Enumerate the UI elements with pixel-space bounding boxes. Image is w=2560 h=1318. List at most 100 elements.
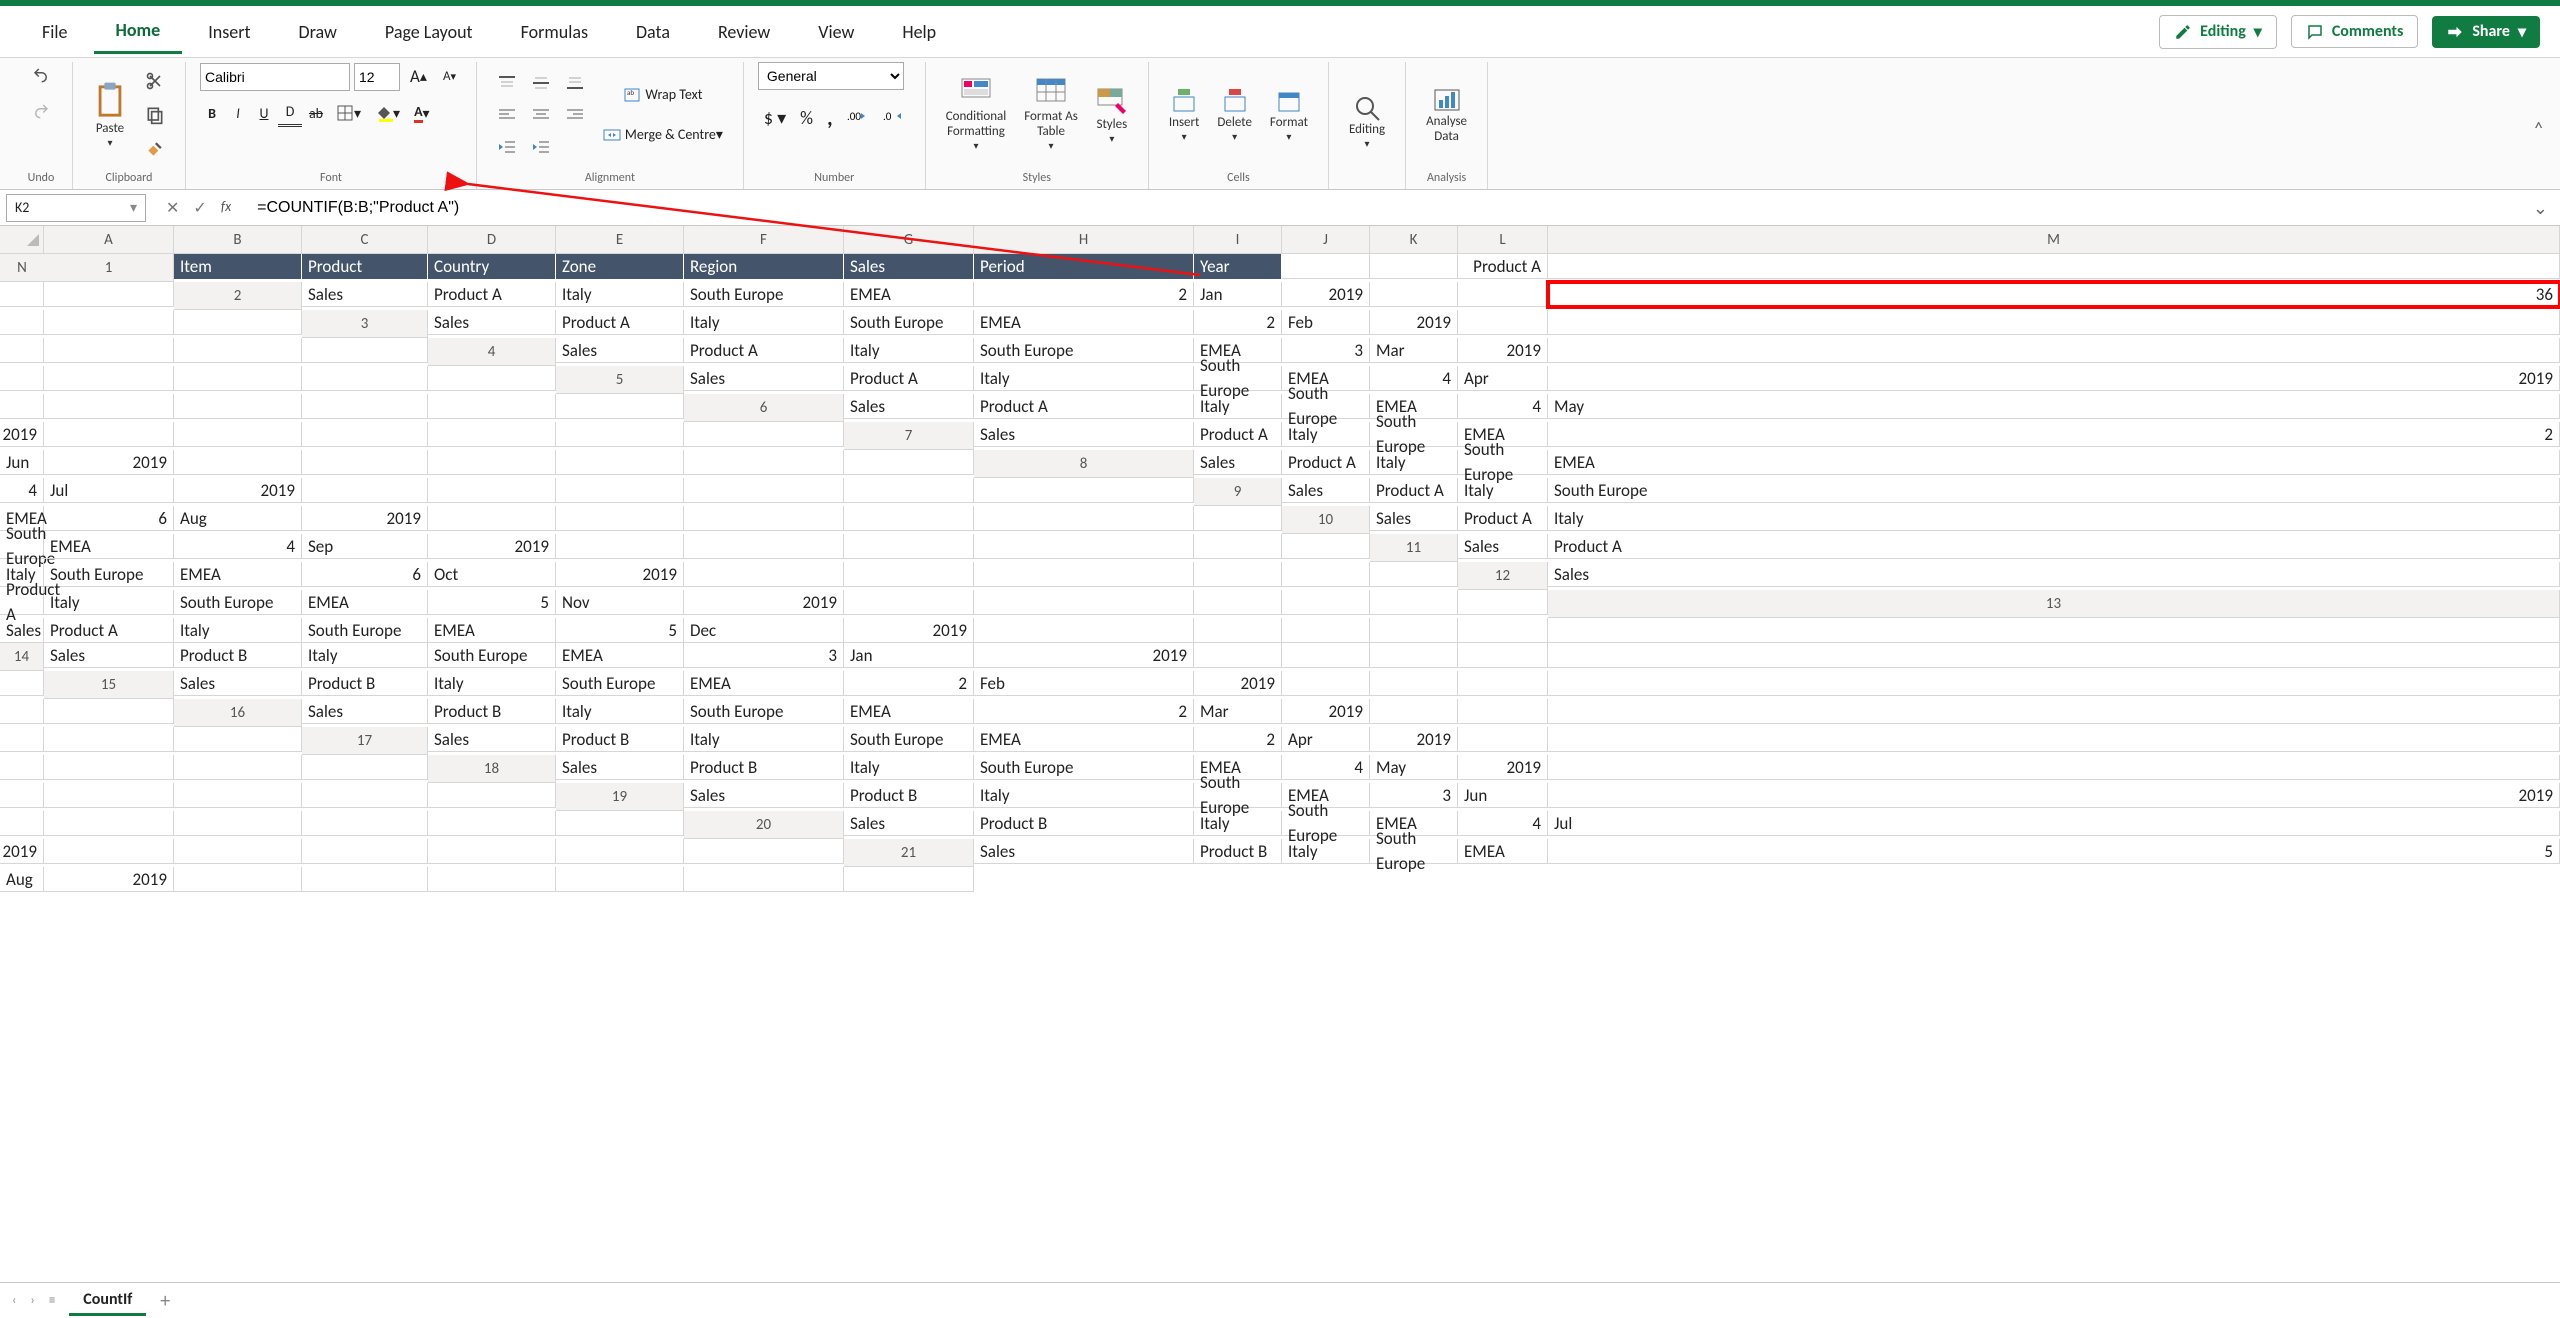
cell[interactable] <box>556 506 684 531</box>
cell[interactable] <box>44 727 174 752</box>
row-header[interactable]: 3 <box>302 310 428 338</box>
cell[interactable] <box>428 783 556 808</box>
cell[interactable] <box>1548 254 2560 279</box>
cell[interactable]: EMEA <box>556 643 684 668</box>
cancel-formula-button[interactable]: ✕ <box>166 198 179 218</box>
cell[interactable]: Italy <box>1282 422 1370 447</box>
row-header[interactable]: 12 <box>1458 562 1548 590</box>
cell[interactable]: South Europe <box>0 534 44 559</box>
cell[interactable]: Zone <box>556 254 684 279</box>
cell[interactable]: Apr <box>1458 366 1548 391</box>
cell[interactable] <box>1548 699 2560 724</box>
cell[interactable] <box>1370 671 1458 696</box>
cell[interactable]: 2019 <box>1282 699 1370 724</box>
cell[interactable] <box>174 867 302 892</box>
cell[interactable]: Product A <box>556 310 684 335</box>
cell[interactable]: EMEA <box>302 590 428 615</box>
cell[interactable]: Product B <box>684 755 844 780</box>
increase-indent-button[interactable] <box>525 134 557 160</box>
cell[interactable] <box>174 727 302 752</box>
cell[interactable]: Italy <box>1548 506 2560 531</box>
row-header[interactable]: 5 <box>556 366 684 394</box>
cell[interactable] <box>44 783 174 808</box>
cell[interactable]: 2 <box>1194 727 1282 752</box>
cell[interactable]: 2019 <box>44 867 174 892</box>
cell[interactable] <box>0 366 44 391</box>
cell[interactable]: Nov <box>556 590 684 615</box>
cell[interactable]: Italy <box>1194 394 1282 419</box>
cell[interactable]: South Europe <box>174 590 302 615</box>
font-size-select[interactable] <box>354 63 400 91</box>
font-color-button[interactable]: A▾ <box>408 99 436 127</box>
cell[interactable] <box>1282 562 1370 587</box>
cell[interactable]: 5 <box>1548 839 2560 864</box>
cell[interactable] <box>44 394 174 419</box>
row-header[interactable]: 9 <box>1194 478 1282 506</box>
cell[interactable]: Italy <box>1370 450 1458 475</box>
column-header[interactable]: B <box>174 226 302 254</box>
increase-decimal-button[interactable]: .00 <box>841 100 875 135</box>
cell[interactable]: South Europe <box>1370 422 1458 447</box>
cell[interactable]: South Europe <box>974 338 1194 363</box>
cell[interactable]: 2 <box>1194 310 1282 335</box>
formula-input[interactable] <box>251 199 2521 217</box>
align-bottom-button[interactable] <box>559 70 591 96</box>
fill-color-button[interactable]: ▾ <box>369 100 406 126</box>
cell[interactable] <box>174 811 302 836</box>
cell[interactable]: Jul <box>44 478 174 503</box>
cell[interactable] <box>0 394 44 419</box>
cell[interactable] <box>302 867 428 892</box>
share-button[interactable]: Share ▾ <box>2432 16 2540 48</box>
cell[interactable]: South Europe <box>428 643 556 668</box>
row-header[interactable]: 16 <box>174 699 302 727</box>
italic-button[interactable]: I <box>226 101 250 126</box>
cell[interactable] <box>174 338 302 363</box>
cell[interactable]: Sales <box>174 671 302 696</box>
cell[interactable] <box>844 534 974 559</box>
cell[interactable]: Product A <box>0 590 44 615</box>
cell[interactable] <box>174 394 302 419</box>
cell[interactable]: Item <box>174 254 302 279</box>
row-header[interactable]: 15 <box>44 671 174 699</box>
cell[interactable] <box>0 783 44 808</box>
borders-button[interactable]: ▾ <box>330 100 367 126</box>
cell[interactable] <box>428 450 556 475</box>
cell[interactable] <box>428 422 556 447</box>
cell[interactable] <box>1370 562 1458 587</box>
align-center-button[interactable] <box>525 102 557 128</box>
cell[interactable] <box>1458 310 1548 335</box>
decrease-decimal-button[interactable]: .0 <box>877 100 911 135</box>
column-header[interactable]: G <box>844 226 974 254</box>
cell[interactable] <box>1458 643 1548 668</box>
cell[interactable]: Italy <box>684 727 844 752</box>
cell[interactable] <box>44 699 174 724</box>
merge-centre-button[interactable]: Merge & Centre ▾ <box>597 122 729 148</box>
cell[interactable] <box>1458 590 1548 615</box>
cell[interactable]: 2019 <box>302 506 428 531</box>
cell[interactable]: South Europe <box>684 699 844 724</box>
cell[interactable] <box>684 534 844 559</box>
cell[interactable]: 3 <box>1282 338 1370 363</box>
cell[interactable]: Italy <box>302 643 428 668</box>
cell[interactable] <box>974 478 1194 503</box>
cell[interactable] <box>302 366 428 391</box>
align-left-button[interactable] <box>491 102 523 128</box>
cell[interactable]: Sales <box>1370 506 1458 531</box>
cell[interactable] <box>844 506 974 531</box>
cell[interactable]: 2 <box>844 671 974 696</box>
cell[interactable]: 2019 <box>1194 671 1282 696</box>
cell[interactable]: 2019 <box>0 422 44 447</box>
cell[interactable]: 2019 <box>684 590 844 615</box>
tab-review[interactable]: Review <box>696 11 792 53</box>
cell[interactable]: EMEA <box>1458 839 1548 864</box>
cell[interactable]: Sales <box>428 310 556 335</box>
cell[interactable]: EMEA <box>844 699 974 724</box>
cell[interactable] <box>302 811 428 836</box>
select-all-corner[interactable] <box>0 226 44 254</box>
cell[interactable]: 4 <box>174 534 302 559</box>
row-header[interactable]: 4 <box>428 338 556 366</box>
row-header[interactable]: 20 <box>684 811 844 839</box>
cell[interactable] <box>1370 643 1458 668</box>
cell[interactable]: Product A <box>684 338 844 363</box>
cell[interactable] <box>1194 618 1282 643</box>
